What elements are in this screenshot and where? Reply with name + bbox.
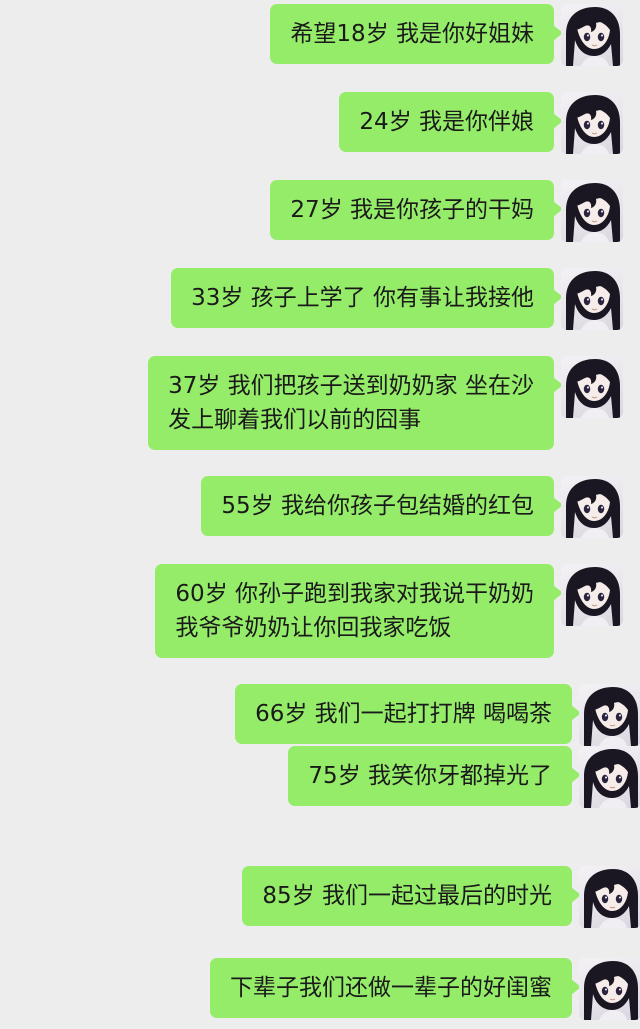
message-row: 75岁 我笑你牙都掉光了 <box>288 746 581 806</box>
anime-girl-avatar-icon[interactable] <box>561 564 623 626</box>
anime-girl-avatar-icon[interactable] <box>579 746 640 808</box>
anime-girl-avatar-icon[interactable] <box>561 4 623 66</box>
anime-girl-avatar-icon[interactable] <box>561 356 623 418</box>
anime-girl-avatar-icon[interactable] <box>579 958 640 1020</box>
message-bubble[interactable]: 33岁 孩子上学了 你有事让我接他 <box>171 268 563 328</box>
anime-girl-avatar-icon[interactable] <box>561 268 623 330</box>
message-bubble[interactable]: 下辈子我们还做一辈子的好闺蜜 <box>210 958 581 1018</box>
message-bubble[interactable]: 27岁 我是你孩子的干妈 <box>270 180 563 240</box>
anime-girl-avatar-icon[interactable] <box>579 684 640 746</box>
anime-girl-avatar-icon[interactable] <box>561 476 623 538</box>
message-bubble[interactable]: 希望18岁 我是你好姐妹 <box>270 4 563 64</box>
message-row: 60岁 你孙子跑到我家对我说干奶奶 我爷爷奶奶让你回我家吃饭 <box>155 564 563 658</box>
message-row: 66岁 我们一起打打牌 喝喝茶 <box>235 684 581 744</box>
message-row: 下辈子我们还做一辈子的好闺蜜 <box>210 958 581 1018</box>
message-bubble[interactable]: 60岁 你孙子跑到我家对我说干奶奶 我爷爷奶奶让你回我家吃饭 <box>155 564 563 658</box>
message-row: 37岁 我们把孩子送到奶奶家 坐在沙 发上聊着我们以前的囧事 <box>148 356 563 450</box>
message-bubble[interactable]: 66岁 我们一起打打牌 喝喝茶 <box>235 684 581 744</box>
message-row: 33岁 孩子上学了 你有事让我接他 <box>171 268 563 328</box>
message-bubble[interactable]: 55岁 我给你孩子包结婚的红包 <box>201 476 563 536</box>
message-row: 27岁 我是你孩子的干妈 <box>270 180 563 240</box>
anime-girl-avatar-icon[interactable] <box>561 92 623 154</box>
anime-girl-avatar-icon[interactable] <box>561 180 623 242</box>
message-row: 85岁 我们一起过最后的时光 <box>242 866 581 926</box>
anime-girl-avatar-icon[interactable] <box>579 866 640 928</box>
message-row: 55岁 我给你孩子包结婚的红包 <box>201 476 563 536</box>
message-bubble[interactable]: 24岁 我是你伴娘 <box>339 92 563 152</box>
message-bubble[interactable]: 37岁 我们把孩子送到奶奶家 坐在沙 发上聊着我们以前的囧事 <box>148 356 563 450</box>
message-row: 24岁 我是你伴娘 <box>339 92 563 152</box>
message-bubble[interactable]: 75岁 我笑你牙都掉光了 <box>288 746 581 806</box>
message-row: 希望18岁 我是你好姐妹 <box>270 4 563 64</box>
message-bubble[interactable]: 85岁 我们一起过最后的时光 <box>242 866 581 926</box>
